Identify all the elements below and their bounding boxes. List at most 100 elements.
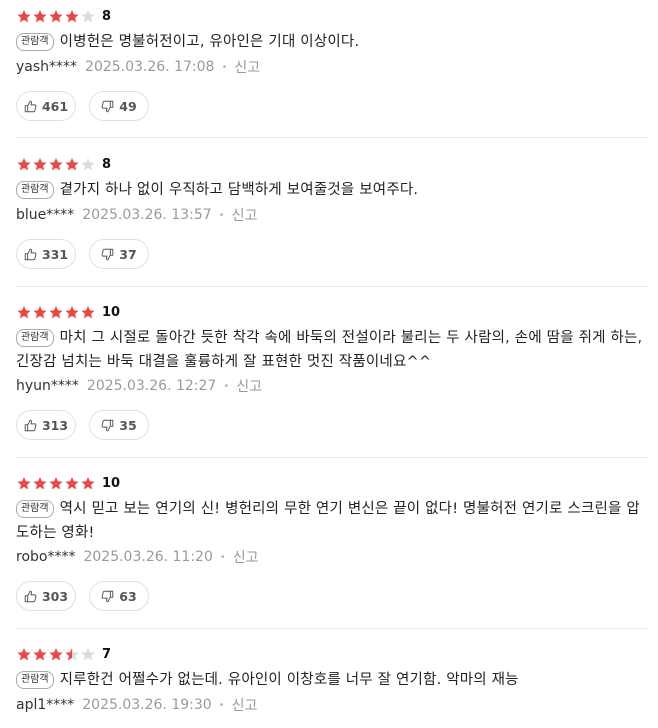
dislike-button[interactable]: 49 [89, 91, 149, 121]
review-text: 이병헌은 명불허전이고, 유아인은 기대 이상이다. [59, 34, 360, 50]
star-filled-icon [17, 305, 31, 318]
vote-buttons: 313 35 [16, 410, 162, 440]
star-filled-icon [49, 157, 63, 170]
dislike-button[interactable]: 35 [89, 410, 149, 440]
username: robo**** [16, 549, 76, 565]
star-half-icon [65, 647, 79, 660]
thumbs-up-icon [24, 590, 37, 602]
review-meta: blue**** 2025.03.26. 13:57 • 신고 [16, 205, 257, 225]
separator-dot: • [221, 61, 228, 73]
username: apl1**** [16, 697, 75, 713]
star-rating [16, 305, 96, 320]
dislike-count: 35 [119, 417, 137, 433]
review-meta: robo**** 2025.03.26. 11:20 • 신고 [16, 547, 259, 567]
rating: 7 [16, 645, 111, 663]
divider [16, 457, 648, 458]
dislike-count: 49 [119, 98, 137, 114]
star-filled-icon [33, 9, 47, 22]
like-count: 331 [41, 246, 69, 262]
star-filled-icon [65, 476, 79, 489]
like-button[interactable]: 331 [16, 239, 76, 269]
viewer-badge: 관람객 [16, 671, 54, 689]
review-date: 2025.03.26. 17:08 [85, 59, 215, 75]
star-filled-icon [49, 9, 63, 22]
viewer-badge: 관람객 [16, 33, 54, 51]
report-link[interactable]: 신고 [234, 57, 260, 77]
thumbs-down-icon [101, 419, 114, 431]
star-filled-icon [33, 476, 47, 489]
like-button[interactable]: 313 [16, 410, 76, 440]
like-count: 313 [41, 417, 69, 433]
vote-buttons: 303 63 [16, 581, 162, 611]
like-count: 461 [41, 98, 69, 114]
dislike-button[interactable]: 63 [89, 581, 149, 611]
review-body: 관람객 곁가지 하나 없이 우직하고 담백하게 보여줄것을 보여주다. [16, 178, 652, 202]
review-text: 역시 믿고 보는 연기의 신! 병헌리의 무한 연기 변신은 끝이 없다! 명불… [16, 501, 640, 541]
star-empty-icon [81, 157, 95, 170]
rating: 8 [16, 155, 111, 173]
dislike-button[interactable]: 37 [89, 239, 149, 269]
star-filled-icon [49, 305, 63, 318]
viewer-badge: 관람객 [16, 500, 54, 518]
review-body: 관람객 마치 그 시절로 돌아간 듯한 착각 속에 바둑의 전설이라 불리는 두 … [16, 326, 652, 374]
divider [16, 137, 648, 138]
star-filled-icon [49, 647, 63, 660]
rating: 10 [16, 303, 120, 321]
star-empty-icon [81, 9, 95, 22]
review-body: 관람객 역시 믿고 보는 연기의 신! 병헌리의 무한 연기 변신은 끝이 없다!… [16, 497, 652, 545]
divider [16, 286, 648, 287]
star-empty-icon [81, 647, 95, 660]
separator-dot: • [218, 209, 225, 221]
review-text: 곁가지 하나 없이 우직하고 담백하게 보여줄것을 보여주다. [59, 182, 419, 198]
review-date: 2025.03.26. 12:27 [86, 378, 217, 394]
review-text: 마치 그 시절로 돌아간 듯한 착각 속에 바둑의 전설이라 불리는 두 사람의… [16, 330, 643, 370]
thumbs-up-icon [24, 419, 37, 431]
star-filled-icon [17, 476, 31, 489]
like-button[interactable]: 303 [16, 581, 76, 611]
rating: 10 [16, 474, 120, 492]
rating-score: 7 [102, 646, 112, 662]
rating-score: 10 [102, 304, 121, 320]
star-filled-icon [17, 9, 31, 22]
like-button[interactable]: 461 [16, 91, 76, 121]
separator-dot: • [219, 551, 226, 563]
report-link[interactable]: 신고 [232, 695, 258, 715]
report-link[interactable]: 신고 [236, 376, 262, 396]
star-rating [16, 476, 96, 491]
vote-buttons: 461 49 [16, 91, 162, 121]
thumbs-up-icon [24, 248, 37, 260]
review-date: 2025.03.26. 11:20 [83, 549, 213, 565]
star-filled-icon [65, 305, 79, 318]
star-filled-icon [49, 476, 63, 489]
star-rating [16, 9, 96, 24]
separator-dot: • [223, 380, 230, 392]
star-rating [16, 157, 96, 172]
rating-score: 10 [102, 475, 121, 491]
star-filled-icon [33, 305, 47, 318]
star-filled-icon [17, 647, 31, 660]
review-date: 2025.03.26. 13:57 [82, 207, 212, 223]
username: hyun**** [16, 378, 79, 394]
star-filled-icon [33, 157, 47, 170]
star-filled-icon [17, 157, 31, 170]
thumbs-up-icon [24, 100, 37, 112]
separator-dot: • [218, 699, 225, 711]
vote-buttons: 331 37 [16, 239, 162, 269]
rating-score: 8 [102, 8, 112, 24]
review-text: 지루한건 어쩔수가 없는데. 유아인이 이창호를 너무 잘 연기함. 악마의 재… [59, 672, 519, 688]
star-rating [16, 647, 96, 662]
divider [16, 628, 648, 629]
thumbs-down-icon [101, 248, 114, 260]
dislike-count: 37 [119, 246, 137, 262]
viewer-badge: 관람객 [16, 329, 54, 347]
report-link[interactable]: 신고 [232, 205, 258, 225]
viewer-badge: 관람객 [16, 181, 54, 199]
review-meta: yash**** 2025.03.26. 17:08 • 신고 [16, 57, 260, 77]
username: yash**** [16, 59, 78, 75]
review-body: 관람객 지루한건 어쩔수가 없는데. 유아인이 이창호를 너무 잘 연기함. 악마… [16, 668, 652, 692]
rating: 8 [16, 7, 111, 25]
review-body: 관람객 이병헌은 명불허전이고, 유아인은 기대 이상이다. [16, 30, 652, 54]
star-filled-icon [81, 476, 95, 489]
star-filled-icon [81, 305, 95, 318]
report-link[interactable]: 신고 [233, 547, 259, 567]
